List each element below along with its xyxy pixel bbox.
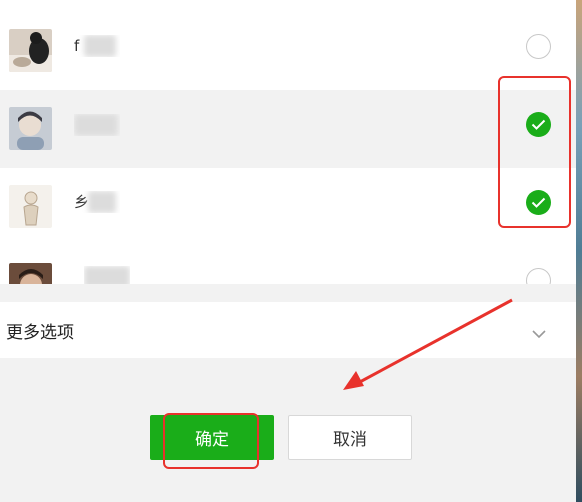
annotation-arrow-icon <box>343 298 513 390</box>
